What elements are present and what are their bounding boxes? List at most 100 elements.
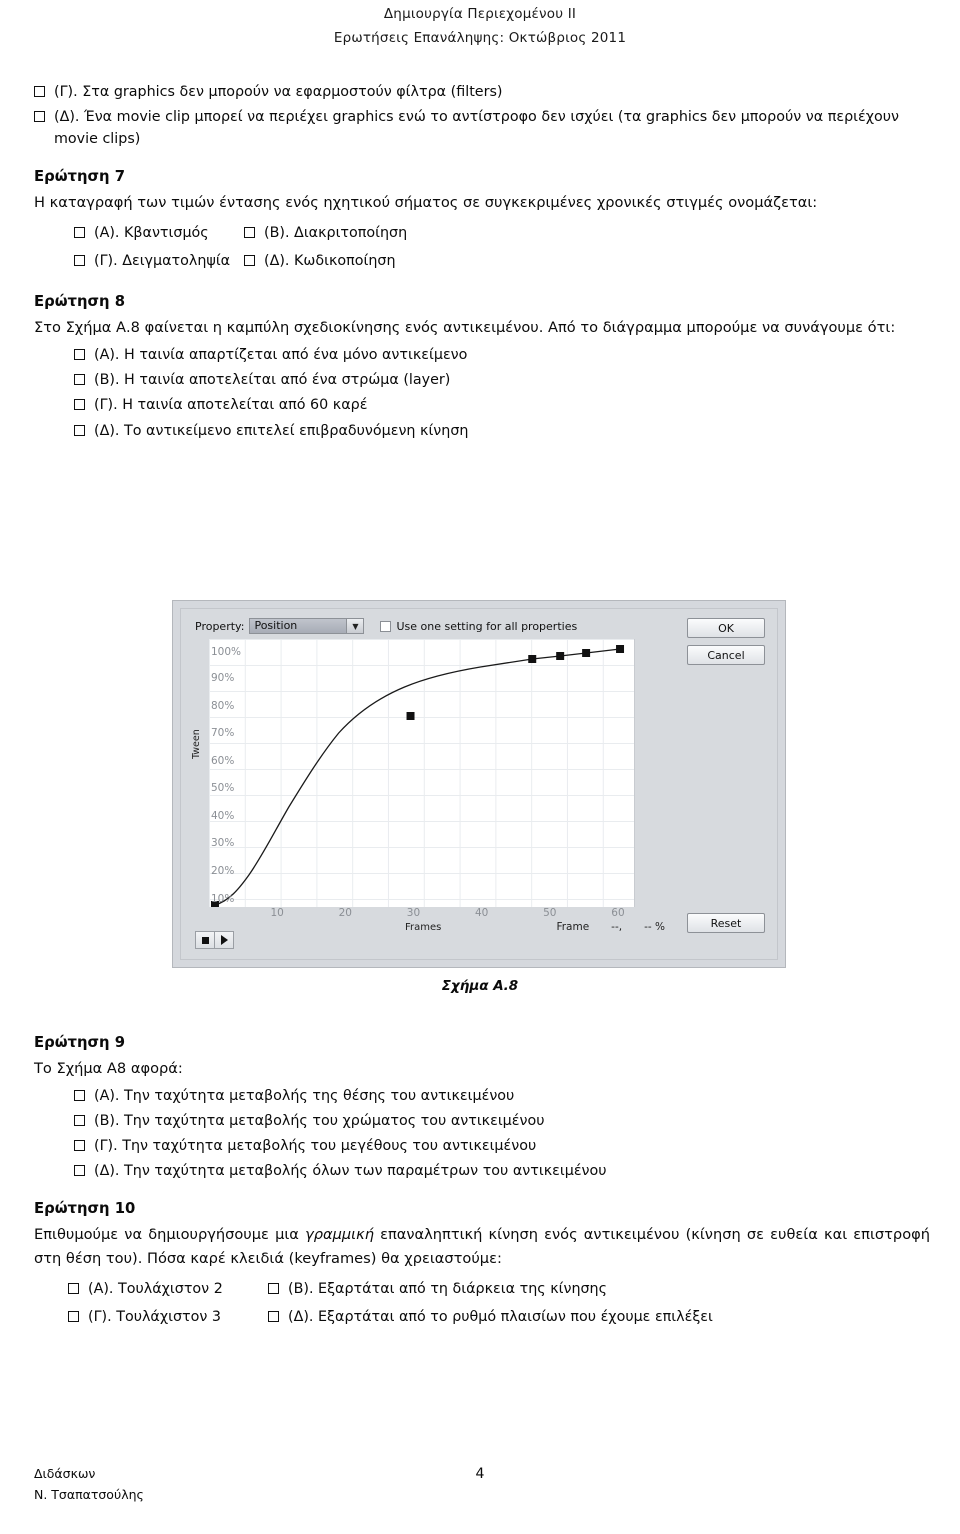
checkbox-icon[interactable] xyxy=(380,620,392,632)
checkbox-icon[interactable] xyxy=(74,227,85,239)
question-9-stem: Το Σχήμα Α8 αφορά: xyxy=(34,1060,183,1077)
option-label: (Δ). Εξαρτάται από το ρυθμό πλαισίων που… xyxy=(288,1308,713,1325)
page-header: Δημιουργία Περιεχομένου ΙΙ Ερωτήσεις Επα… xyxy=(0,0,960,46)
custom-ease-dialog: Property: Position ▼ Use one setting for… xyxy=(172,600,786,968)
use-one-setting-checkbox-group[interactable]: Use one setting for all properties xyxy=(380,620,577,633)
play-icon[interactable] xyxy=(215,932,233,948)
option-label: (Α). Την ταχύτητα μεταβολής της θέσης το… xyxy=(94,1087,515,1104)
playback-controls[interactable] xyxy=(195,931,234,949)
page-footer: Διδάσκων 4 Ν. Τσαπατσούλης xyxy=(34,1466,926,1508)
list-item[interactable]: (Β). Την ταχύτητα μεταβολής του χρώματος… xyxy=(74,1110,930,1132)
figure-custom-ease-dialog: Property: Position ▼ Use one setting for… xyxy=(172,600,786,968)
question-7-options-row-2: (Γ). Δειγματοληψία (Δ). Κωδικοποίηση xyxy=(74,247,930,275)
checkbox-icon[interactable] xyxy=(74,399,85,411)
x-axis-title: Frames xyxy=(405,922,442,933)
list-item[interactable]: (Γ). Η ταινία αποτελείται από 60 καρέ xyxy=(74,394,930,416)
property-select-value: Position xyxy=(250,619,347,633)
list-item[interactable]: (Δ). Την ταχύτητα μεταβολής όλων των παρ… xyxy=(74,1160,930,1182)
option-label: (Β). Την ταχύτητα μεταβολής του χρώματος… xyxy=(94,1112,545,1129)
checkbox-icon[interactable] xyxy=(68,1282,79,1294)
percent-readout-value: -- % xyxy=(644,921,665,933)
checkbox-icon[interactable] xyxy=(268,1282,279,1294)
option-label: (Β). Η ταινία αποτελείται από ένα στρώμα… xyxy=(94,372,451,389)
x-tick-label: 50 xyxy=(543,907,557,919)
option-label: (Γ). Την ταχύτητα μεταβολής του μεγέθους… xyxy=(94,1137,537,1154)
list-item[interactable]: (Γ). Τουλάχιστον 3 xyxy=(68,1306,268,1328)
list-item[interactable]: (Α). Κβαντισμός xyxy=(74,222,244,244)
option-label: (Α). Η ταινία απαρτίζεται από ένα μόνο α… xyxy=(94,347,468,364)
property-select[interactable]: Position ▼ xyxy=(249,618,365,634)
ok-button[interactable]: OK xyxy=(687,618,765,638)
x-tick-label: 10 xyxy=(270,907,284,919)
cancel-button[interactable]: Cancel xyxy=(687,645,765,665)
checkbox-icon[interactable] xyxy=(74,349,85,361)
footer-instructor-name: Ν. Τσαπατσούλης xyxy=(34,1487,144,1502)
list-item[interactable]: (Γ). Στα graphics δεν μπορούν να εφαρμοσ… xyxy=(34,81,930,103)
option-label: (Γ). Τουλάχιστον 3 xyxy=(88,1308,221,1325)
checkbox-icon[interactable] xyxy=(74,1139,85,1151)
option-label: (Β). Διακριτοποίηση xyxy=(264,225,408,242)
list-item[interactable]: (Β). Η ταινία αποτελείται από ένα στρώμα… xyxy=(74,369,930,391)
plot-area[interactable] xyxy=(209,639,635,907)
checkbox-icon[interactable] xyxy=(244,255,255,267)
checkbox-icon[interactable] xyxy=(34,86,45,97)
list-item[interactable]: (Δ). Ένα movie clip μπορεί να περιέχει g… xyxy=(34,106,930,150)
question-10-stem-emphasis: γραμμική xyxy=(305,1226,374,1244)
question-10-options-row-2: (Γ). Τουλάχιστον 3 (Δ). Εξαρτάται από το… xyxy=(68,1303,930,1331)
option-label: (Β). Εξαρτάται από τη διάρκεια της κίνησ… xyxy=(288,1280,608,1297)
easing-curve xyxy=(210,645,625,907)
page-number: 4 xyxy=(475,1466,485,1482)
dialog-inner-panel: Property: Position ▼ Use one setting for… xyxy=(180,608,778,960)
list-item[interactable]: (Α). Η ταινία απαρτίζεται από ένα μόνο α… xyxy=(74,344,930,366)
document-body-upper: (Γ). Στα graphics δεν μπορούν να εφαρμοσ… xyxy=(34,78,930,445)
checkbox-icon[interactable] xyxy=(68,1310,79,1322)
checkbox-icon[interactable] xyxy=(268,1310,279,1322)
question-7-options-row-1: (Α). Κβαντισμός (Β). Διακριτοποίηση xyxy=(74,219,930,247)
list-item[interactable]: (Γ). Την ταχύτητα μεταβολής του μεγέθους… xyxy=(74,1135,930,1157)
question-7-title: Ερώτηση 7 xyxy=(34,168,126,186)
list-item[interactable]: (Β). Εξαρτάται από τη διάρκεια της κίνησ… xyxy=(268,1278,930,1300)
list-item[interactable]: (Β). Διακριτοποίηση xyxy=(244,222,930,244)
use-one-setting-label: Use one setting for all properties xyxy=(396,619,578,633)
question-10-options-row-1: (Α). Τουλάχιστον 2 (Β). Εξαρτάται από τη… xyxy=(68,1275,930,1303)
frame-readout: Frame --, -- % xyxy=(556,921,665,933)
option-label: (Δ). Την ταχύτητα μεταβολής όλων των παρ… xyxy=(94,1163,607,1180)
option-label: (Γ). Δειγματοληψία xyxy=(94,253,231,270)
list-item[interactable]: (Γ). Δειγματοληψία xyxy=(74,250,244,272)
list-item[interactable]: (Δ). Το αντικείμενο επιτελεί επιβραδυνόμ… xyxy=(74,420,930,442)
question-10-stem: Επιθυμούμε να δημιουργήσουμε μια γραμμικ… xyxy=(34,1223,930,1270)
reset-button[interactable]: Reset xyxy=(687,913,765,933)
x-axis-tick-labels: 10 20 30 40 50 60 xyxy=(209,907,635,921)
property-label: Property: xyxy=(195,619,245,633)
checkbox-icon[interactable] xyxy=(74,1165,85,1177)
option-label: (Δ). Ένα movie clip μπορεί να περιέχει g… xyxy=(54,109,899,148)
header-subtitle: Ερωτήσεις Επανάληψης: Οκτώβριος 2011 xyxy=(333,30,627,46)
question-8-stem: Στο Σχήμα Α.8 φαίνεται η καμπύλη σχεδιοκ… xyxy=(34,319,896,337)
list-item[interactable]: (Α). Την ταχύτητα μεταβολής της θέσης το… xyxy=(74,1085,930,1107)
option-label: (Γ). Η ταινία αποτελείται από 60 καρέ xyxy=(94,397,368,414)
option-label: (Δ). Κωδικοποίηση xyxy=(264,253,396,270)
checkbox-icon[interactable] xyxy=(74,1089,85,1101)
checkbox-icon[interactable] xyxy=(74,255,85,267)
list-item[interactable]: (Α). Τουλάχιστον 2 xyxy=(68,1278,268,1300)
list-item[interactable]: (Δ). Κωδικοποίηση xyxy=(244,250,930,272)
chevron-down-icon[interactable]: ▼ xyxy=(346,619,364,633)
question-8-title: Ερώτηση 8 xyxy=(34,293,126,311)
option-label: (Δ). Το αντικείμενο επιτελεί επιβραδυνόμ… xyxy=(94,422,469,439)
x-tick-label: 30 xyxy=(406,907,421,919)
checkbox-icon[interactable] xyxy=(34,111,45,123)
checkbox-icon[interactable] xyxy=(244,227,255,239)
document-body-lower: Ερώτηση 9 Το Σχήμα Α8 αφορά: (Α). Την τα… xyxy=(34,1020,930,1331)
x-tick-label: 60 xyxy=(611,907,625,919)
stop-icon[interactable] xyxy=(196,932,215,948)
y-axis-title: Tween xyxy=(191,729,202,759)
list-item[interactable]: (Δ). Εξαρτάται από το ρυθμό πλαισίων που… xyxy=(268,1306,930,1328)
x-tick-label: 40 xyxy=(474,907,489,919)
frame-readout-label: Frame xyxy=(556,921,590,933)
checkbox-icon[interactable] xyxy=(74,1114,85,1126)
frame-readout-value: --, xyxy=(611,921,623,933)
checkbox-icon[interactable] xyxy=(74,374,85,386)
question-7-stem: Η καταγραφή των τιμών έντασης ενός ηχητι… xyxy=(34,194,818,212)
checkbox-icon[interactable] xyxy=(74,424,85,436)
header-course-title: Δημιουργία Περιεχομένου ΙΙ xyxy=(383,6,577,22)
